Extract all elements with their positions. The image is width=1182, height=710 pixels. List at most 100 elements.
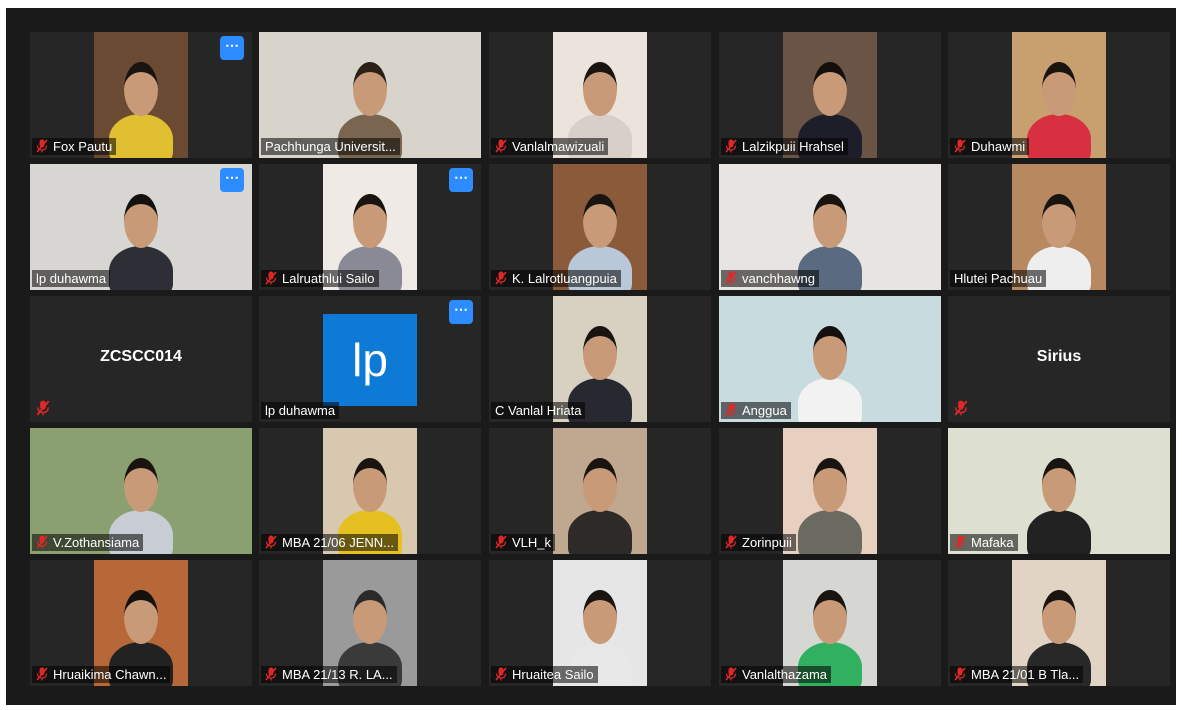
participant-head [813, 326, 847, 380]
participant-tile[interactable]: Mafaka [948, 428, 1170, 554]
microphone-muted-icon [495, 139, 507, 153]
ellipsis-icon: ⋯ [454, 301, 468, 317]
participant-name: Vanlalmawizuali [512, 139, 605, 154]
participant-figure [1027, 510, 1091, 554]
participant-name: MBA 21/01 B Tla... [971, 667, 1080, 682]
microphone-muted-icon [36, 400, 50, 416]
microphone-muted-icon [954, 139, 966, 153]
participant-name: Vanlalthazama [742, 667, 828, 682]
participant-tile[interactable]: Fox Pautu ⋯ [30, 32, 252, 158]
participant-name-label: Anggua [721, 402, 791, 419]
microphone-muted-icon [265, 535, 277, 549]
microphone-muted-icon [725, 139, 737, 153]
participant-head [813, 590, 847, 644]
participant-tile[interactable]: MBA 21/13 R. LA... [259, 560, 481, 686]
participant-tile[interactable]: Duhawmi [948, 32, 1170, 158]
participant-name-label: MBA 21/13 R. LA... [261, 666, 397, 683]
microphone-muted-icon [725, 271, 737, 285]
participant-name-label: MBA 21/06 JENN... [261, 534, 398, 551]
participant-tile[interactable]: lp lp duhawma ⋯ [259, 296, 481, 422]
participant-name-label: vanchhawng [721, 270, 819, 287]
more-options-button[interactable]: ⋯ [220, 36, 244, 60]
participant-tile[interactable]: Sirius [948, 296, 1170, 422]
participant-name: Hruaikima Chawn... [53, 667, 167, 682]
participant-name: Pachhunga Universit... [265, 139, 396, 154]
participant-head [1042, 194, 1076, 248]
microphone-muted-icon [495, 667, 507, 681]
participant-name: Fox Pautu [53, 139, 113, 154]
participant-head [813, 62, 847, 116]
participant-tile[interactable]: Vanlalthazama [719, 560, 941, 686]
participant-name-label: Vanlalmawizuali [491, 138, 609, 155]
microphone-muted-icon [495, 271, 507, 285]
participant-name: lp duhawma [265, 403, 336, 418]
participant-tile[interactable]: MBA 21/06 JENN... [259, 428, 481, 554]
participant-head [583, 590, 617, 644]
participant-head [813, 458, 847, 512]
participant-head [813, 194, 847, 248]
participant-tile[interactable]: vanchhawng [719, 164, 941, 290]
microphone-muted-icon [725, 403, 737, 417]
participant-tile[interactable]: Vanlalmawizuali [489, 32, 711, 158]
ellipsis-icon: ⋯ [454, 169, 468, 185]
participant-video [783, 428, 877, 554]
participant-tile[interactable]: Lalzikpuii Hrahsel [719, 32, 941, 158]
participant-name: Mafaka [971, 535, 1014, 550]
more-options-button[interactable]: ⋯ [449, 300, 473, 324]
participant-figure [1027, 114, 1091, 158]
participant-name-label: Lalzikpuii Hrahsel [721, 138, 848, 155]
participant-head [124, 458, 158, 512]
participant-name-label: Mafaka [950, 534, 1018, 551]
microphone-muted-icon [36, 139, 48, 153]
participant-head [353, 62, 387, 116]
participant-tile[interactable]: ZCSCC014 [30, 296, 252, 422]
participant-name-label: Vanlalthazama [721, 666, 832, 683]
participant-name-label: K. Lalrotluangpuia [491, 270, 621, 287]
participant-tile[interactable]: C Vanlal Hriata [489, 296, 711, 422]
participant-figure [798, 378, 862, 422]
participant-tile[interactable]: Zorinpuii [719, 428, 941, 554]
participant-tile[interactable]: lp duhawma ⋯ [30, 164, 252, 290]
participant-tile[interactable]: Lalruathlui Sailo ⋯ [259, 164, 481, 290]
more-options-button[interactable]: ⋯ [220, 168, 244, 192]
participant-tile[interactable]: Anggua [719, 296, 941, 422]
participant-tile[interactable]: K. Lalrotluangpuia [489, 164, 711, 290]
participant-head [1042, 458, 1076, 512]
participant-tile[interactable]: VLH_k [489, 428, 711, 554]
participant-name: Hruaitea Sailo [512, 667, 594, 682]
participant-tile[interactable]: Hlutei Pachuau [948, 164, 1170, 290]
ellipsis-icon: ⋯ [225, 169, 239, 185]
participant-name: Lalzikpuii Hrahsel [742, 139, 844, 154]
participant-name-label: VLH_k [491, 534, 556, 551]
participant-name-label: C Vanlal Hriata [491, 402, 586, 419]
participant-name: vanchhawng [742, 271, 815, 286]
participant-name: MBA 21/13 R. LA... [282, 667, 393, 682]
participant-name: VLH_k [512, 535, 552, 550]
participant-head [353, 590, 387, 644]
participant-head [353, 194, 387, 248]
participant-name-label: Pachhunga Universit... [261, 138, 400, 155]
participant-name-label: Hruaikima Chawn... [32, 666, 171, 683]
microphone-muted-icon [265, 667, 277, 681]
more-options-button[interactable]: ⋯ [449, 168, 473, 192]
participant-head [124, 194, 158, 248]
participant-video [553, 428, 647, 554]
participant-figure [109, 114, 173, 158]
participant-name: Duhawmi [971, 139, 1026, 154]
participant-display-name: Sirius [1036, 348, 1082, 365]
participant-tile[interactable]: MBA 21/01 B Tla... [948, 560, 1170, 686]
participant-tile[interactable]: Hruaitea Sailo [489, 560, 711, 686]
microphone-muted-icon [36, 535, 48, 549]
participant-tile[interactable]: Hruaikima Chawn... [30, 560, 252, 686]
participant-name-label: Fox Pautu [32, 138, 117, 155]
participant-name: lp duhawma [36, 271, 107, 286]
participant-head [583, 326, 617, 380]
participant-head [353, 458, 387, 512]
participant-tile[interactable]: Pachhunga Universit... [259, 32, 481, 158]
participant-head [1042, 590, 1076, 644]
participant-name-label: Duhawmi [950, 138, 1030, 155]
participant-tile[interactable]: V.Zothansiama [30, 428, 252, 554]
participant-name: Hlutei Pachuau [954, 271, 1043, 286]
microphone-muted-icon [265, 271, 277, 285]
video-gallery: Fox Pautu ⋯ Pachhunga Universit... Vanlalma… [6, 8, 1176, 705]
